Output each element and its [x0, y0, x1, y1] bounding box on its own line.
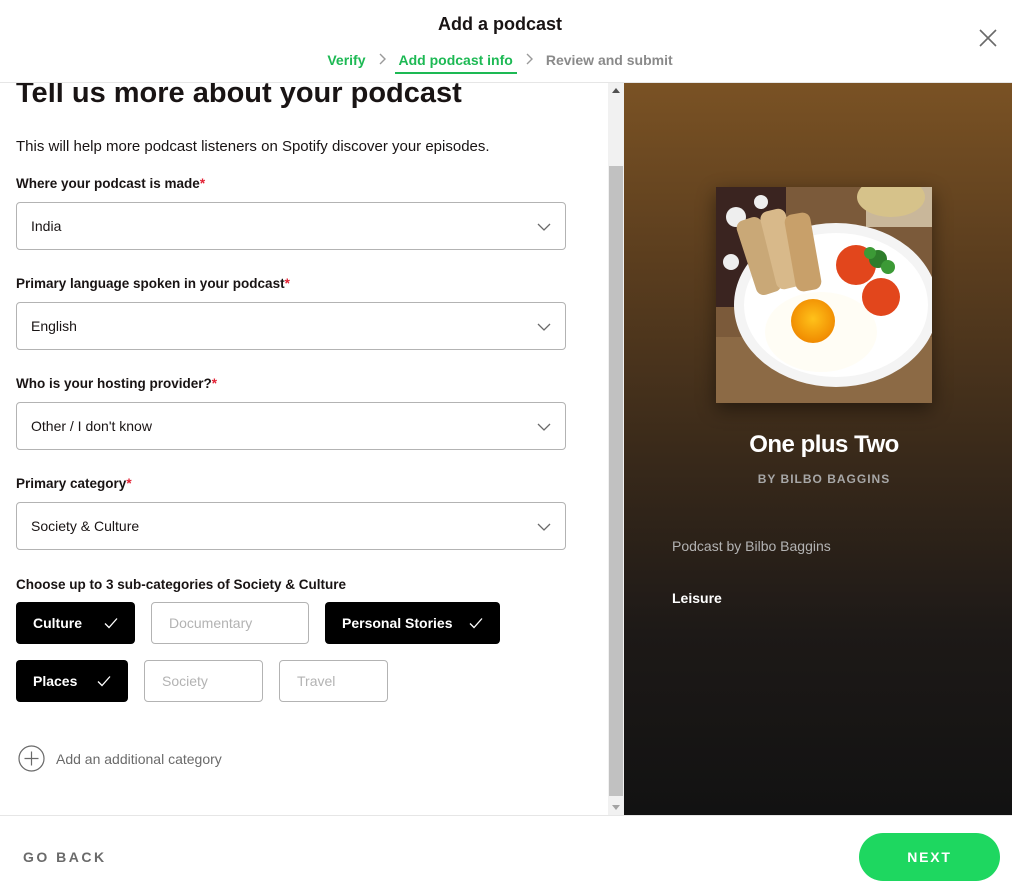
primary-category-value: Society & Culture [31, 518, 140, 534]
intro-text: This will help more podcast listeners on… [16, 138, 490, 155]
dialog-title: Add a podcast [437, 14, 562, 34]
required-marker: * [211, 376, 218, 391]
language-select[interactable]: English [16, 302, 566, 350]
chevron-right-icon [378, 52, 387, 68]
podcast-category: Leisure [672, 590, 722, 606]
scroll-down-arrow-icon[interactable] [612, 805, 620, 810]
chevron-down-icon [537, 423, 551, 431]
language-label: Primary language spoken in your podcast* [16, 276, 290, 291]
hosting-provider-label: Who is your hosting provider?* [16, 376, 218, 391]
subcategory-chip-travel[interactable]: Travel [279, 660, 388, 702]
primary-category-select[interactable]: Society & Culture [16, 502, 566, 550]
podcast-preview-pane: One plus Two BY BILBO BAGGINS Podcast by… [624, 83, 1012, 815]
scroll-up-arrow-icon[interactable] [612, 88, 620, 93]
country-value: India [31, 218, 62, 234]
step-verify[interactable]: Verify [323, 52, 369, 74]
chevron-down-icon [537, 323, 551, 331]
subcategory-label: Choose up to 3 sub-categories of Society… [16, 577, 347, 592]
subcategory-chip-documentary[interactable]: Documentary [151, 602, 309, 644]
form-pane: Tell us more about your podcast This wil… [0, 83, 608, 815]
step-add-podcast-info[interactable]: Add podcast info [394, 52, 517, 74]
go-back-button[interactable]: GO BACK [23, 849, 107, 865]
language-value: English [31, 318, 77, 334]
country-select[interactable]: India [16, 202, 566, 250]
checkmark-icon [104, 618, 118, 629]
dialog-header: Add a podcast Verify Add podcast info Re… [0, 0, 1012, 83]
chevron-right-icon [525, 52, 534, 68]
subcategory-chip-places[interactable]: Places [16, 660, 128, 702]
podcast-title: One plus Two [749, 431, 899, 458]
checkmark-icon [469, 618, 483, 629]
add-category-label: Add an additional category [56, 750, 222, 767]
required-marker: * [284, 276, 290, 291]
chevron-down-icon [537, 523, 551, 531]
podcast-description: Podcast by Bilbo Baggins [672, 538, 831, 554]
chevron-down-icon [537, 223, 551, 231]
close-icon[interactable] [977, 27, 999, 49]
required-marker: * [126, 476, 132, 491]
plus-circle-icon [18, 745, 45, 772]
podcast-cover-image [716, 187, 932, 403]
checkmark-icon [97, 676, 111, 687]
subcategory-chip-society[interactable]: Society [144, 660, 263, 702]
subcategory-chip-culture[interactable]: Culture [16, 602, 135, 644]
podcast-byline: BY BILBO BAGGINS [757, 472, 891, 486]
primary-category-label: Primary category* [16, 476, 132, 491]
hosting-provider-select[interactable]: Other / I don't know [16, 402, 566, 450]
hosting-provider-value: Other / I don't know [31, 418, 152, 434]
next-button[interactable]: NEXT [859, 833, 1000, 881]
scrollbar-thumb[interactable] [609, 166, 623, 796]
page-title: Tell us more about your podcast [16, 83, 462, 109]
stepper: Verify Add podcast info Review and submi… [0, 52, 1000, 74]
form-scrollbar[interactable] [608, 83, 624, 815]
country-label: Where your podcast is made* [16, 176, 206, 191]
add-category-button[interactable]: Add an additional category [18, 745, 222, 772]
step-review-and-submit: Review and submit [545, 52, 673, 68]
subcategory-chip-personal-stories[interactable]: Personal Stories [325, 602, 500, 644]
required-marker: * [199, 176, 206, 191]
dialog-footer: GO BACK NEXT [0, 815, 1012, 885]
